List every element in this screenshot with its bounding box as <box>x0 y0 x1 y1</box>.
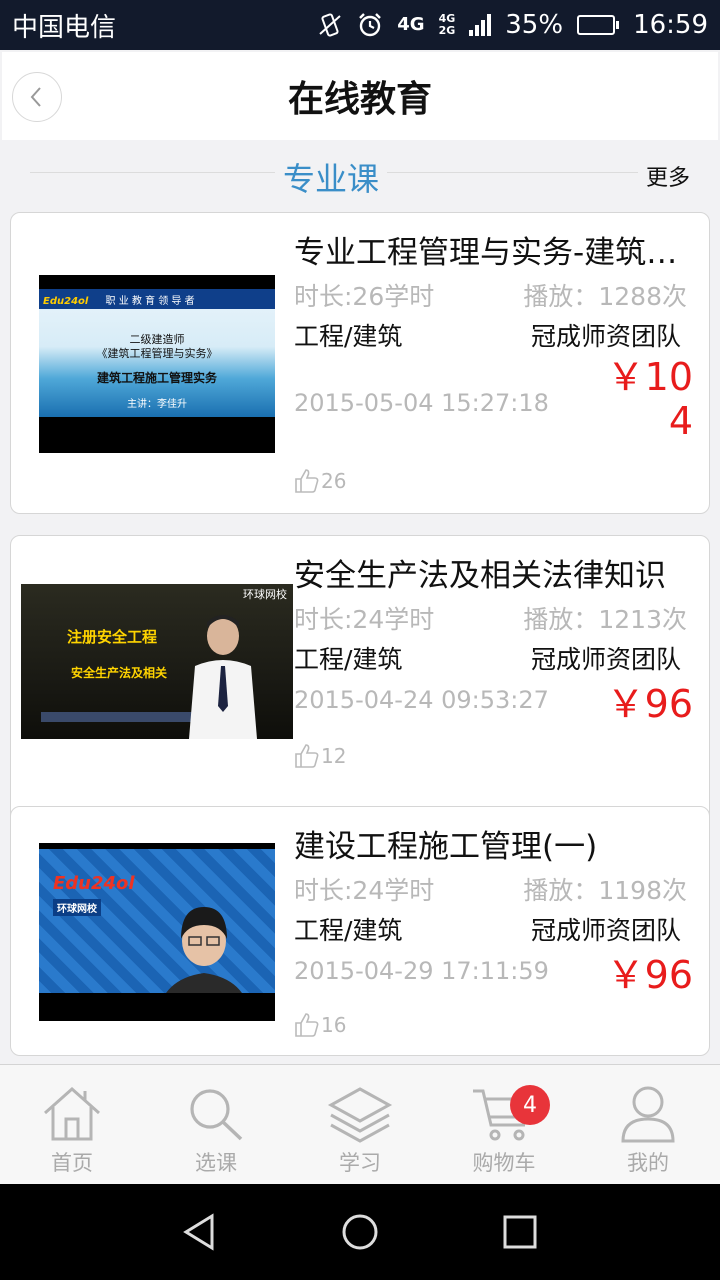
course-date: 2015-05-04 15:27:18 <box>294 389 549 417</box>
course-price: ￥96 <box>606 953 693 997</box>
thumb-bottom-bar <box>39 993 275 1021</box>
tab-label: 学习 <box>339 1151 381 1175</box>
alarm-icon <box>359 13 382 37</box>
course-price: ￥104 <box>606 355 693 443</box>
user-icon <box>621 1086 675 1143</box>
course-card[interactable]: Edu24ol 职 业 教 育 领 导 者 二级建造师 《建筑工程管理与实务》 … <box>10 212 710 514</box>
system-nav-bar <box>0 1184 720 1280</box>
course-thumbnail[interactable]: 环球网校 注册安全工程 安全生产法及相关 <box>21 584 293 739</box>
like-button[interactable]: 26 <box>293 467 346 495</box>
status-icons: 4G 4G 2G 35% 16:59 <box>317 10 708 40</box>
back-button[interactable] <box>12 72 62 122</box>
like-button[interactable]: 12 <box>293 742 346 770</box>
network-bottom: 2G <box>438 24 456 37</box>
layers-icon <box>327 1087 393 1143</box>
course-plays: 播放：1213次 <box>523 605 687 634</box>
like-button[interactable]: 16 <box>293 1011 346 1039</box>
like-count: 12 <box>321 744 347 768</box>
tab-label: 购物车 <box>472 1151 536 1175</box>
tab-label: 选课 <box>195 1151 237 1175</box>
thumb-line: 注册安全工程 <box>67 628 158 646</box>
app-header: 在线教育 <box>2 52 718 140</box>
thumb-brand: 环球网校 <box>243 588 287 601</box>
thumbs-up-icon <box>295 1013 319 1037</box>
tab-label: 首页 <box>51 1151 93 1175</box>
course-category: 工程/建筑 <box>294 916 403 945</box>
like-count: 16 <box>321 1013 347 1037</box>
course-title: 专业工程管理与实务-建筑工程施工管理实务 <box>294 235 694 271</box>
network-type-secondary: 4G 2G <box>439 13 456 37</box>
chevron-left-icon <box>30 87 41 107</box>
tab-label: 我的 <box>627 1151 669 1175</box>
thumb-logo: Edu24ol <box>53 873 135 894</box>
back-triangle-icon[interactable] <box>180 1212 220 1252</box>
more-link[interactable]: 更多 <box>637 160 690 192</box>
like-count: 26 <box>321 469 347 493</box>
course-title: 安全生产法及相关法律知识 <box>294 558 666 594</box>
tab-study[interactable]: 学习 <box>288 1065 432 1184</box>
network-type: 4G <box>397 14 425 35</box>
course-plays: 播放：1198次 <box>523 876 687 905</box>
vibrate-icon <box>319 13 341 37</box>
page-title: 在线教育 <box>287 79 432 120</box>
course-card[interactable]: 环球网校 注册安全工程 安全生产法及相关 安全生产法及相关法律知识 时长:24学… <box>10 535 710 837</box>
section-title: 专业课 <box>275 154 388 200</box>
thumbs-up-icon <box>295 469 319 493</box>
tab-home[interactable]: 首页 <box>0 1065 144 1184</box>
course-title: 建设工程施工管理(一) <box>294 829 598 865</box>
thumb-brand: 环球网校 <box>53 899 101 916</box>
home-circle-icon[interactable] <box>340 1212 380 1252</box>
thumb-brand: Edu24ol 职 业 教 育 领 导 者 <box>39 289 275 309</box>
course-teacher: 冠成师资团队 <box>530 916 681 945</box>
course-date: 2015-04-29 17:11:59 <box>294 957 549 985</box>
battery-percent: 35% <box>505 10 564 40</box>
tab-profile[interactable]: 我的 <box>576 1065 720 1184</box>
course-thumbnail[interactable]: Edu24ol 职 业 教 育 领 导 者 二级建造师 《建筑工程管理与实务》 … <box>39 275 275 453</box>
course-date: 2015-04-24 09:53:27 <box>294 686 549 714</box>
thumb-line: 主讲：李佳升 <box>127 399 187 410</box>
tab-cart[interactable]: 4 购物车 <box>432 1065 576 1184</box>
thumbs-up-icon <box>295 744 319 768</box>
thumb-line: 建筑工程施工管理实务 <box>96 371 217 385</box>
search-icon <box>190 1089 243 1141</box>
course-duration: 时长:24学时 <box>294 876 435 905</box>
course-teacher: 冠成师资团队 <box>530 645 681 674</box>
course-category: 工程/建筑 <box>294 322 403 351</box>
section-header: 专业课 更多 <box>0 148 720 202</box>
recents-square-icon[interactable] <box>500 1212 540 1252</box>
presenter-figure <box>189 615 257 739</box>
signal-icon <box>469 14 492 36</box>
bottom-tab-bar: 首页 选课 学习 4 购物车 我的 <box>0 1064 720 1184</box>
battery-icon <box>577 15 620 35</box>
course-duration: 时长:26学时 <box>294 282 435 311</box>
course-category: 工程/建筑 <box>294 645 403 674</box>
course-card[interactable]: 环球网校 Edu24ol 建设工程施工管理(一) 时长:24学时 播放：1198… <box>10 806 710 1056</box>
carrier-label: 中国电信 <box>12 12 117 43</box>
course-price: ￥96 <box>606 682 693 726</box>
cart-badge: 4 <box>510 1085 550 1125</box>
course-teacher: 冠成师资团队 <box>530 322 681 351</box>
home-icon <box>44 1086 100 1141</box>
thumb-line: 《建筑工程管理与实务》 <box>96 347 218 360</box>
course-plays: 播放：1288次 <box>523 282 687 311</box>
thumb-line: 安全生产法及相关 <box>71 666 168 680</box>
status-bar: 中国电信 4G 4G 2G 35% 16:59 <box>0 0 720 50</box>
clock: 16:59 <box>633 10 708 40</box>
tab-courses[interactable]: 选课 <box>144 1065 288 1184</box>
course-thumbnail[interactable]: 环球网校 Edu24ol <box>39 843 275 1021</box>
thumb-brand-text: 职 业 教 育 领 导 者 <box>105 296 195 307</box>
course-duration: 时长:24学时 <box>294 605 435 634</box>
